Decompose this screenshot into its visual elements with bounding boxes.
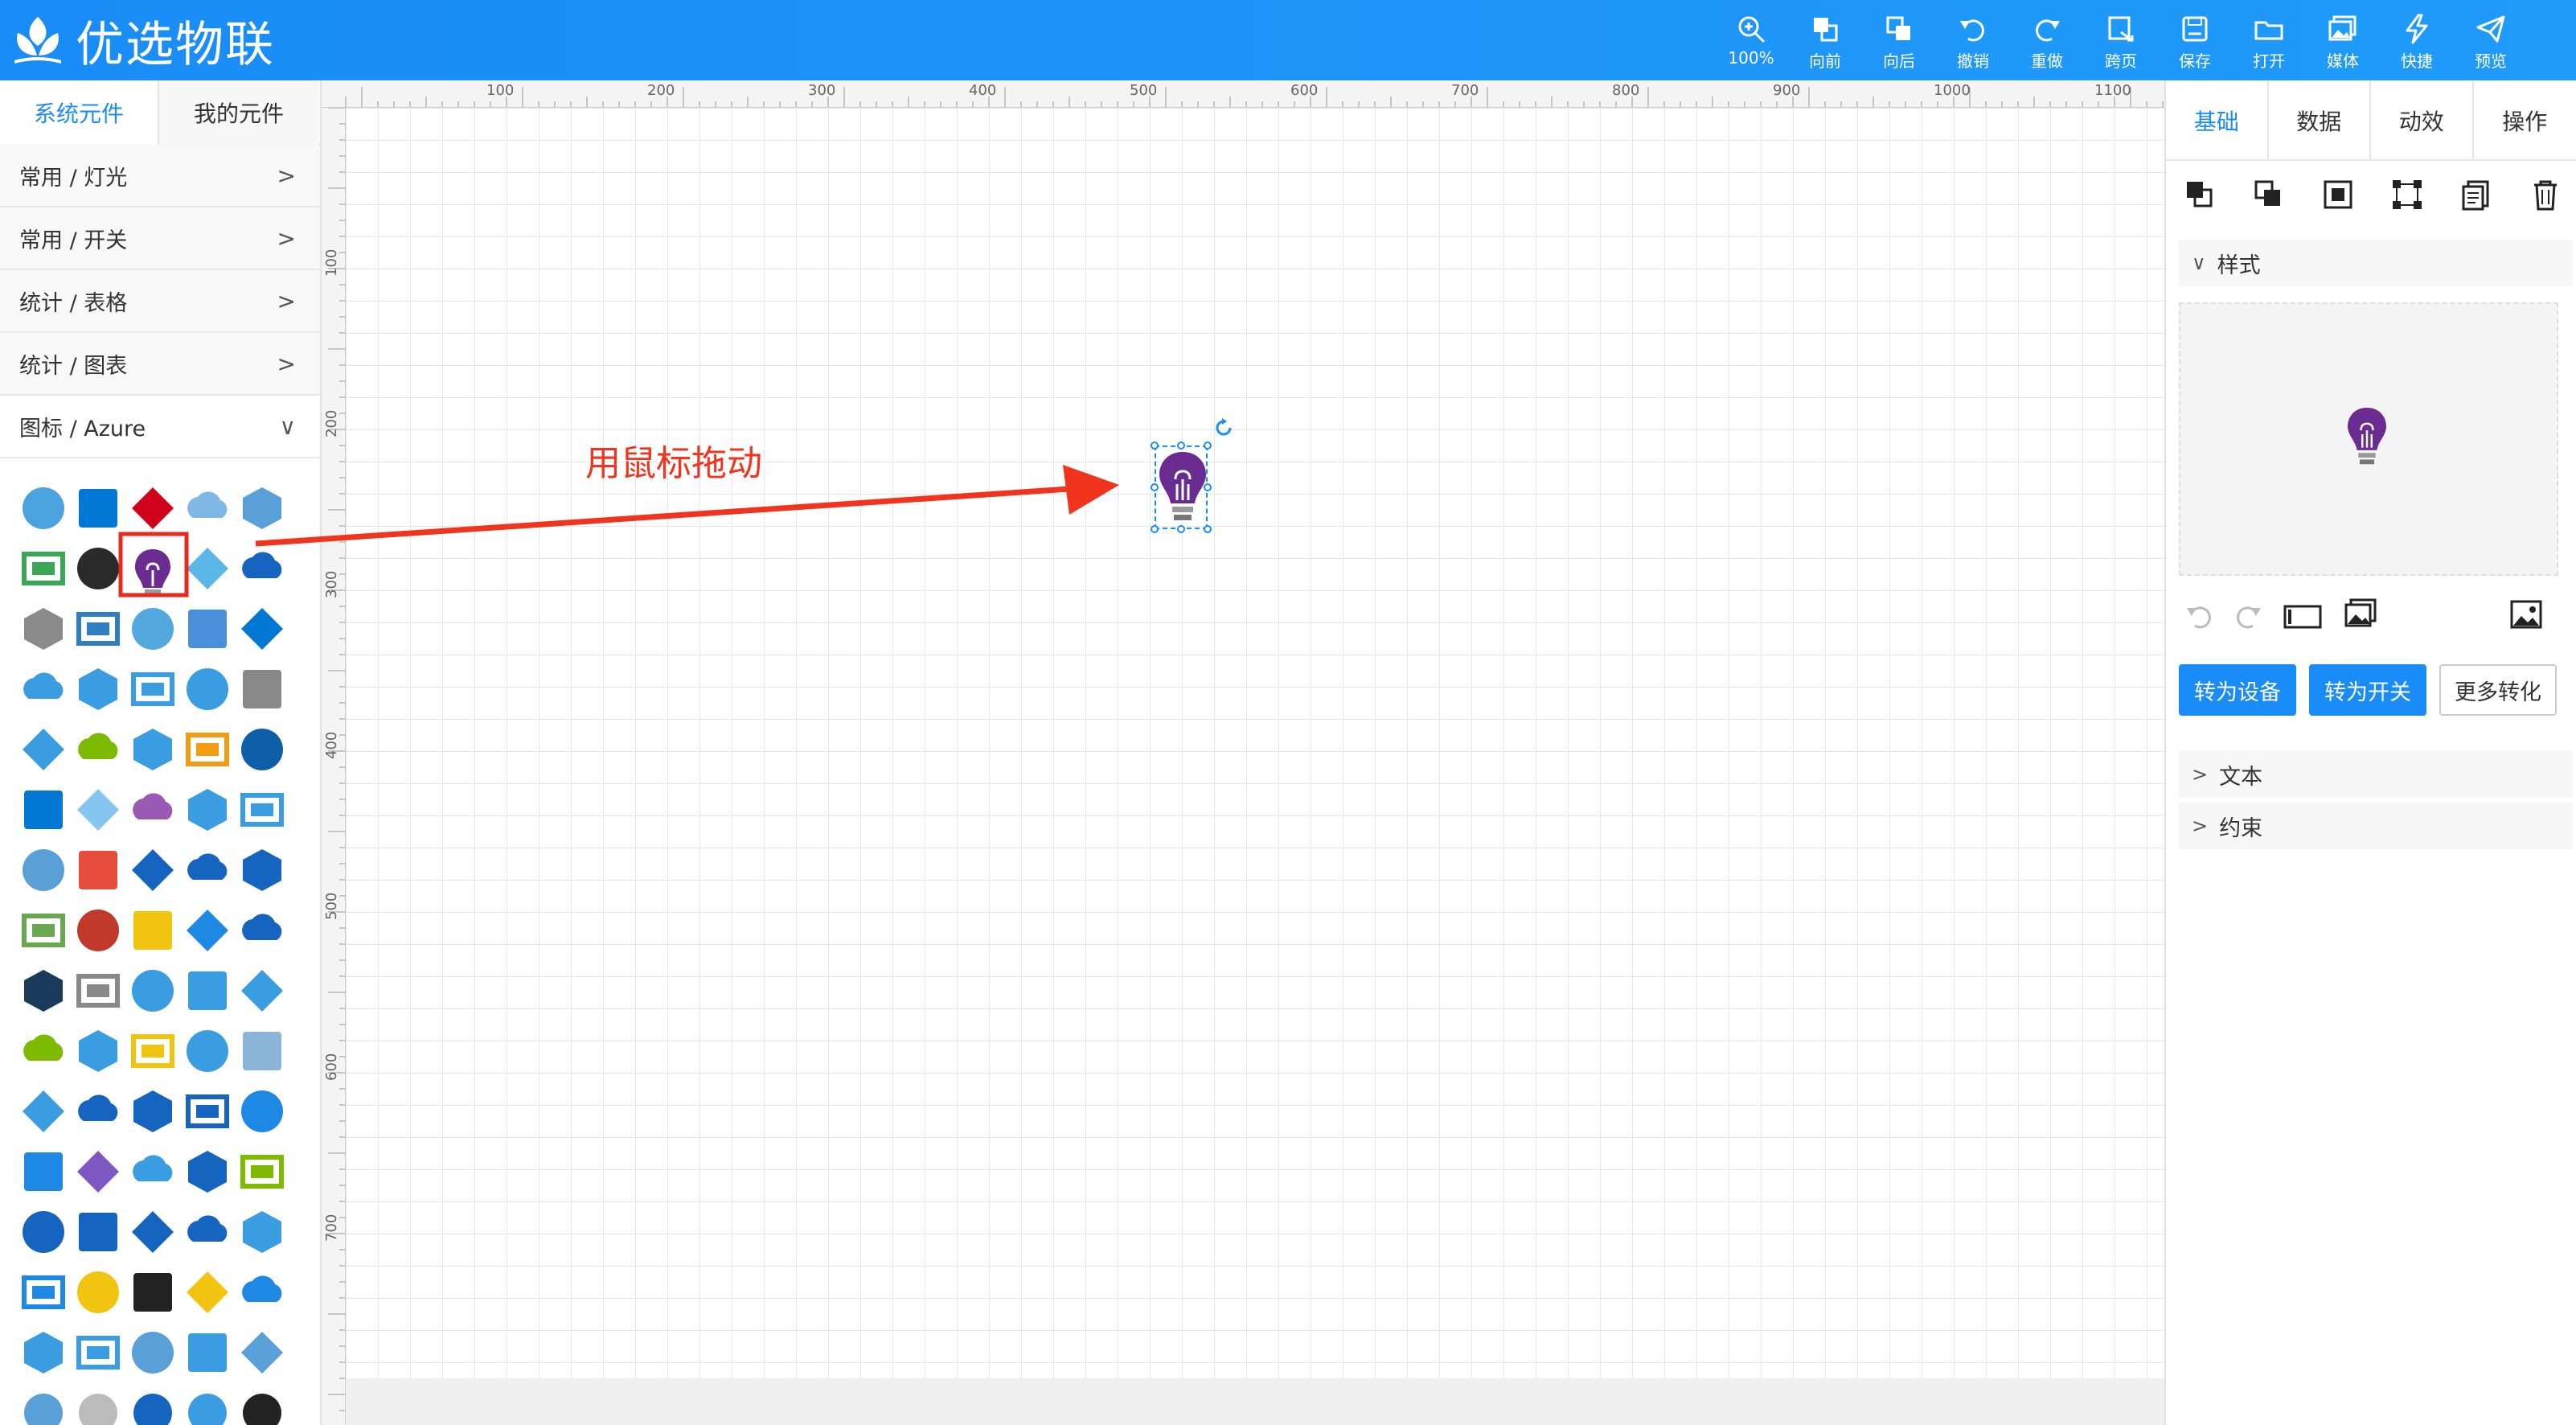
section-title: 样式 (2217, 253, 2261, 278)
style-image-preview (2179, 302, 2558, 576)
frame-icon[interactable] (2282, 598, 2324, 634)
convert-to-device-button[interactable]: 转为设备 (2179, 664, 2296, 716)
tab-data[interactable]: 数据 (2269, 80, 2371, 161)
section-text-header[interactable]: > 文本 (2179, 751, 2573, 798)
section-title: 文本 (2219, 764, 2263, 790)
chevron-right-icon: > (2192, 815, 2209, 837)
send-to-back-icon[interactable] (2251, 177, 2287, 212)
convert-to-switch-button[interactable]: 转为开关 (2309, 664, 2426, 716)
tab-animation[interactable]: 动效 (2371, 80, 2474, 161)
chevron-down-icon: ∨ (2192, 252, 2206, 274)
more-conversion-button[interactable]: 更多转化 (2439, 664, 2557, 716)
bring-to-front-icon[interactable] (2182, 177, 2217, 212)
section-title: 约束 (2219, 815, 2263, 841)
undo-icon[interactable] (2182, 598, 2217, 634)
properties-panel: 基础 数据 动效 操作 ∨ 样式 转为设备 转为开关 更多转化 > 文本 > 约束 (2164, 80, 2576, 1425)
arrange-toolbar (2166, 169, 2576, 217)
image-gallery-icon[interactable] (2343, 595, 2381, 634)
lightbulb-icon (2348, 407, 2386, 465)
tab-basic[interactable]: 基础 (2166, 80, 2269, 161)
properties-tabs: 基础 数据 动效 操作 (2166, 80, 2576, 161)
trash-icon[interactable] (2528, 177, 2563, 212)
section-style-header[interactable]: ∨ 样式 (2179, 240, 2573, 286)
image-icon[interactable] (2507, 595, 2545, 634)
chevron-right-icon: > (2192, 763, 2209, 786)
tab-operation[interactable]: 操作 (2474, 80, 2576, 161)
redo-icon[interactable] (2230, 598, 2266, 634)
copy-icon[interactable] (2459, 177, 2494, 212)
group-icon[interactable] (2389, 177, 2425, 212)
section-constraint-header[interactable]: > 约束 (2179, 803, 2573, 849)
fit-frame-icon[interactable] (2320, 177, 2356, 212)
